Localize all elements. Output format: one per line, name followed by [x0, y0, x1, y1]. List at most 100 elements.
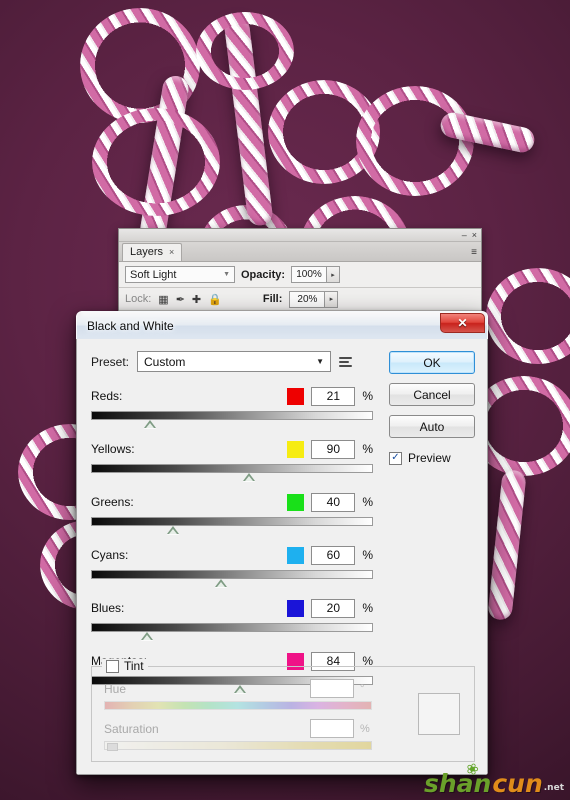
slider-head: Cyans: 60% — [91, 545, 373, 565]
slider-greens: Greens: 40% — [91, 492, 373, 534]
layers-panel-titlebar: – × — [119, 229, 481, 242]
tab-layers-label: Layers — [130, 246, 164, 258]
preset-select[interactable]: Custom ▼ — [137, 351, 332, 372]
slider-track[interactable] — [91, 464, 373, 473]
slider-thumb[interactable] — [144, 420, 157, 428]
close-button[interactable]: ✕ — [440, 313, 485, 333]
slider-value-input[interactable]: 90 — [311, 439, 356, 459]
slider-thumb[interactable] — [166, 526, 179, 534]
percent-sign: % — [362, 601, 373, 615]
slider-thumb[interactable] — [141, 632, 154, 640]
preset-value: Custom — [144, 354, 186, 369]
slider-thumb[interactable] — [214, 579, 227, 587]
preview-label: Preview — [408, 451, 451, 465]
ok-button[interactable]: OK — [389, 351, 475, 374]
minimize-icon[interactable]: – — [462, 230, 467, 240]
opacity-input[interactable]: 100% — [291, 266, 328, 283]
slider-track-wrap[interactable] — [91, 517, 373, 534]
lock-all-padlock-icon[interactable]: 🔒 — [208, 293, 222, 306]
hue-gradient-slider[interactable] — [104, 701, 372, 710]
tint-color-preview[interactable] — [418, 693, 460, 735]
slider-value-input[interactable]: 21 — [311, 386, 356, 406]
opacity-label: Opacity: — [241, 268, 286, 281]
close-icon[interactable]: × — [472, 230, 477, 240]
blend-mode-value: Soft Light — [130, 268, 177, 281]
black-and-white-dialog: Black and White ✕ Preset: Custom ▼ OK Ca… — [76, 311, 488, 775]
watermark-cun: cun — [492, 769, 543, 798]
lock-label: Lock: — [125, 293, 152, 305]
hue-input[interactable] — [310, 679, 354, 698]
preset-label: Preset: — [91, 354, 130, 369]
slider-label: Yellows: — [91, 442, 135, 456]
saturation-label: Saturation — [104, 721, 159, 736]
slider-value-input[interactable]: 40 — [311, 492, 356, 512]
opacity-stepper[interactable]: ▸ — [327, 266, 341, 283]
lock-position-move-icon[interactable]: ✚ — [192, 293, 201, 306]
lock-image-brush-icon[interactable]: ✒ — [176, 293, 185, 306]
fill-stepper[interactable]: ▸ — [325, 290, 339, 308]
saturation-gradient-slider[interactable] — [104, 741, 372, 751]
slider-value-input[interactable]: 20 — [311, 598, 356, 618]
blend-mode-row: Soft Light ▼ Opacity: 100% ▸ — [119, 262, 481, 288]
dialog-titlebar: Black and White ✕ — [76, 311, 488, 339]
saturation-row: Saturation % — [104, 719, 372, 738]
slider-label: Blues: — [91, 601, 125, 615]
panel-menu-icon[interactable]: ≡ — [471, 247, 477, 258]
slider-yellows: Yellows: 90% — [91, 439, 373, 481]
slider-thumb[interactable] — [242, 473, 255, 481]
saturation-input[interactable] — [310, 719, 354, 738]
hue-label: Hue — [104, 681, 127, 696]
percent-sign: % — [362, 548, 373, 562]
color-swatch — [287, 440, 305, 458]
slider-head: Reds: 21% — [91, 386, 373, 406]
watermark-shan: shan — [423, 769, 492, 798]
preview-checkbox-row[interactable]: ✓ Preview — [389, 451, 475, 465]
color-swatch — [287, 493, 305, 511]
dialog-body: Preset: Custom ▼ OK Cancel Auto ✓ Previe… — [76, 339, 488, 775]
slider-reds: Reds: 21% — [91, 386, 373, 428]
dialog-button-column: OK Cancel Auto ✓ Preview — [389, 351, 475, 465]
slider-label: Cyans: — [91, 548, 129, 562]
blend-mode-select[interactable]: Soft Light ▼ — [125, 266, 235, 283]
tint-group: ✓ Tint Hue ° Saturation % — [91, 659, 475, 762]
slider-track[interactable] — [91, 517, 373, 526]
chevron-down-icon: ▼ — [223, 271, 230, 278]
slider-head: Yellows: 90% — [91, 439, 373, 459]
color-swatch — [287, 599, 305, 617]
fill-input[interactable]: 20% — [289, 290, 326, 308]
dialog-title: Black and White — [87, 318, 174, 333]
tint-legend[interactable]: ✓ Tint — [102, 659, 148, 673]
slider-cyans: Cyans: 60% — [91, 545, 373, 587]
slider-track[interactable] — [91, 623, 373, 632]
slider-track[interactable] — [91, 570, 373, 579]
slider-label: Reds: — [91, 389, 123, 403]
slider-value-input[interactable]: 60 — [311, 545, 356, 565]
tab-close-icon[interactable]: × — [169, 247, 174, 257]
slider-head: Blues: 20% — [91, 598, 373, 618]
tint-checkbox[interactable]: ✓ — [106, 659, 119, 673]
hue-row: Hue ° — [104, 679, 372, 698]
tab-layers[interactable]: Layers × — [122, 243, 183, 261]
watermark: ❀ shan cun .net — [423, 759, 564, 798]
preview-checkbox[interactable]: ✓ — [389, 451, 402, 465]
hue-unit: ° — [360, 682, 365, 695]
slider-track[interactable] — [91, 411, 373, 420]
layers-panel[interactable]: – × Layers × ≡ Soft Light ▼ Opacity: 100… — [118, 228, 482, 321]
chevron-down-icon: ▼ — [316, 357, 325, 366]
preset-options-menu-icon[interactable] — [339, 354, 355, 370]
slider-track-wrap[interactable] — [91, 464, 373, 481]
tint-label: Tint — [124, 659, 144, 673]
lock-transparency-icon[interactable]: ▦ — [158, 293, 168, 306]
percent-sign: % — [362, 495, 373, 509]
auto-button[interactable]: Auto — [389, 415, 475, 438]
layers-panel-tabrow: Layers × ≡ — [119, 242, 481, 262]
screenshot-root: – × Layers × ≡ Soft Light ▼ Opacity: 100… — [0, 0, 570, 800]
slider-track-wrap[interactable] — [91, 570, 373, 587]
cancel-button[interactable]: Cancel — [389, 383, 475, 406]
slider-head: Greens: 40% — [91, 492, 373, 512]
slider-track-wrap[interactable] — [91, 623, 373, 640]
slider-blues: Blues: 20% — [91, 598, 373, 640]
slider-track-wrap[interactable] — [91, 411, 373, 428]
color-swatch — [287, 387, 305, 405]
lock-row: Lock: ▦ ✒ ✚ 🔒 Fill: 20% ▸ — [119, 288, 481, 311]
